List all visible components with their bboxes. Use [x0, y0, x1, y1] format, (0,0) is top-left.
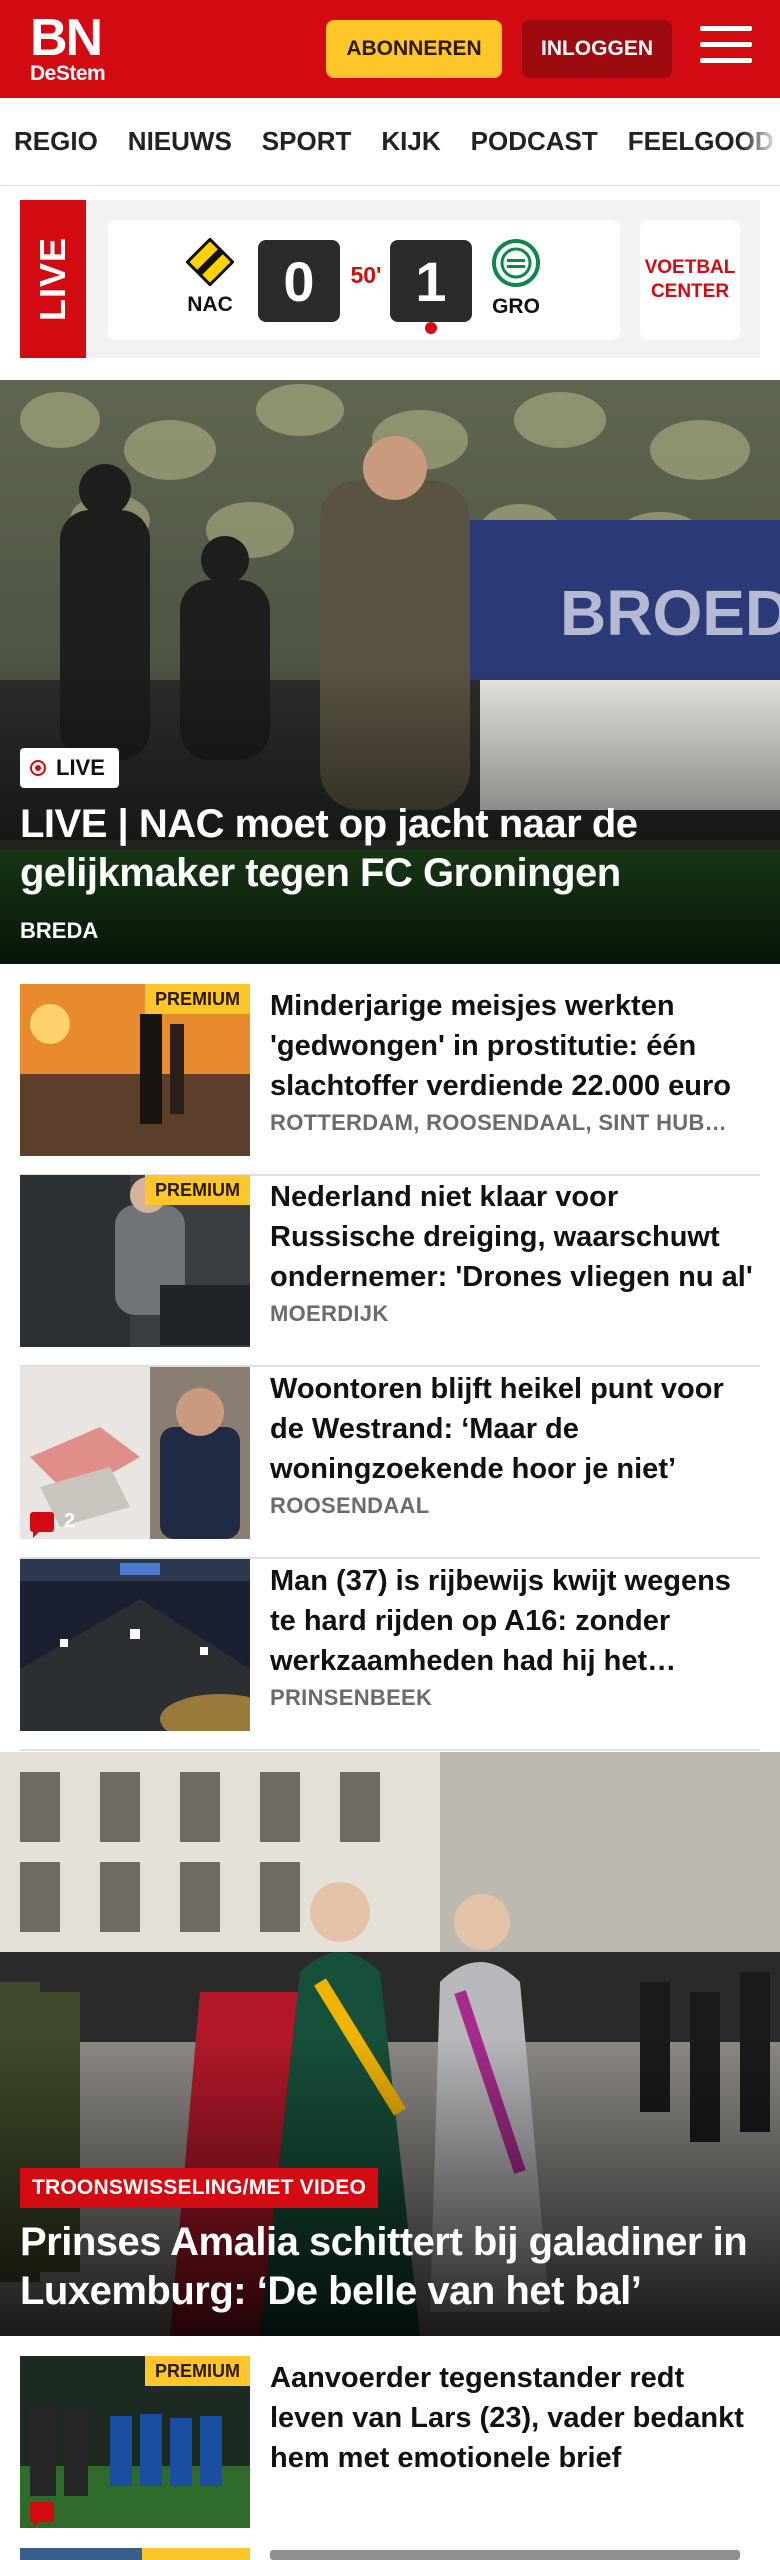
article-title[interactable]: Nederland niet klaar voor Russische drei…	[270, 1177, 758, 1297]
home-team: NAC	[180, 237, 240, 317]
live-badge: LIVE	[20, 748, 119, 788]
main-navigation: REGIO NIEUWS SPORT KIJK PODCAST FEELGOOD	[0, 98, 780, 186]
article-thumbnail: PREMIUM	[20, 984, 250, 1156]
svg-text:BROED: BROED	[560, 577, 780, 649]
away-team-code: GRO	[492, 295, 540, 318]
list-item[interactable]: PREMIUM Minderjarige meisjes werkten 'ge…	[20, 984, 760, 1176]
hero-article-royal[interactable]: TROONSWISSELING/MET VIDEO Prinses Amalia…	[0, 1752, 780, 2336]
nav-item-kijk[interactable]: KIJK	[381, 126, 440, 157]
article-thumbnail	[20, 1559, 250, 1731]
nav-item-podcast[interactable]: PODCAST	[471, 126, 598, 157]
hero-title[interactable]: LIVE | NAC moet op jacht naar de gelijkm…	[20, 800, 760, 898]
site-logo[interactable]: BN DeStem	[30, 9, 106, 85]
hamburger-icon[interactable]	[700, 26, 752, 70]
away-score: 1	[390, 240, 472, 322]
comment-count[interactable]	[30, 2502, 64, 2528]
article-thumbnail: PREMIUM	[20, 1175, 250, 1347]
next-article-premium-peek	[142, 2548, 250, 2560]
article-title[interactable]: Minderjarige meisjes werkten 'gedwongen'…	[270, 986, 758, 1106]
live-score-widget: LIVE NAC 0 50' 1 GRO VOETBAL CENTER	[20, 200, 760, 358]
logo-sub-text: DeStem	[30, 62, 106, 85]
premium-badge: PREMIUM	[145, 984, 250, 1014]
article-tag[interactable]: TROONSWISSELING/MET VIDEO	[20, 2168, 379, 2208]
article-location: ROOSENDAAL	[270, 1493, 430, 1518]
premium-badge: PREMIUM	[145, 1175, 250, 1205]
article-title[interactable]: Aanvoerder tegenstander redt leven van L…	[270, 2358, 758, 2478]
logo-main-text: BN	[30, 9, 103, 67]
away-team: GRO	[486, 238, 546, 319]
article-title[interactable]: Woontoren blijft heikel punt voor de Wes…	[270, 1369, 758, 1489]
comment-count-value: 2	[64, 1510, 76, 1532]
article-location: ROTTERDAM, ROOSENDAAL, SINT HUBERT	[270, 1110, 740, 1135]
match-minute: 50'	[350, 262, 382, 288]
next-article-title-peek	[270, 2550, 740, 2560]
groningen-crest-icon	[492, 239, 540, 287]
login-button[interactable]: INLOGGEN	[522, 20, 672, 78]
comment-count[interactable]: 2	[30, 1510, 76, 1538]
nac-crest-icon	[185, 237, 235, 287]
nav-scroll-fade	[740, 98, 780, 185]
list-item[interactable]: PREMIUM Nederland niet klaar voor Russis…	[20, 1175, 760, 1367]
article-location: MOERDIJK	[270, 1301, 389, 1326]
article-location: PRINSENBEEK	[270, 1685, 433, 1710]
article-thumbnail: PREMIUM	[20, 2356, 250, 2528]
home-team-code: NAC	[187, 293, 233, 316]
list-item[interactable]: Man (37) is rijbewijs kwijt wegens te ha…	[20, 1559, 760, 1751]
nav-item-regio[interactable]: REGIO	[14, 126, 98, 157]
site-header: BN DeStem ABONNEREN INLOGGEN	[0, 0, 780, 98]
article-title[interactable]: Man (37) is rijbewijs kwijt wegens te ha…	[270, 1561, 758, 1681]
comment-icon	[30, 2502, 54, 2528]
hero-title[interactable]: Prinses Amalia schittert bij galadiner i…	[20, 2218, 760, 2316]
nav-item-nieuws[interactable]: NIEUWS	[128, 126, 232, 157]
live-badge-label: LIVE	[56, 755, 105, 780]
home-score: 0	[258, 240, 340, 322]
list-item[interactable]: 2 Woontoren blijft heikel punt voor de W…	[20, 1367, 760, 1559]
hero-article-live[interactable]: BROED LIVE LIVE | NAC moet op jacht naar…	[0, 380, 780, 964]
premium-badge: PREMIUM	[145, 2356, 250, 2386]
hero-location: BREDA	[20, 918, 99, 943]
live-tab-label: LIVE	[32, 236, 74, 322]
article-thumbnail: 2	[20, 1367, 250, 1539]
goal-indicator	[425, 322, 437, 334]
nav-item-sport[interactable]: SPORT	[262, 126, 352, 157]
list-item[interactable]: PREMIUM Aanvoerder tegenstander redt lev…	[20, 2356, 760, 2528]
voetbal-center-button[interactable]: VOETBAL CENTER	[640, 220, 740, 340]
match-score-card[interactable]: NAC 0 50' 1 GRO	[108, 220, 620, 340]
live-record-icon	[30, 760, 46, 776]
subscribe-button[interactable]: ABONNEREN	[326, 20, 502, 78]
comment-icon	[30, 1511, 54, 1538]
live-tab: LIVE	[20, 200, 86, 358]
